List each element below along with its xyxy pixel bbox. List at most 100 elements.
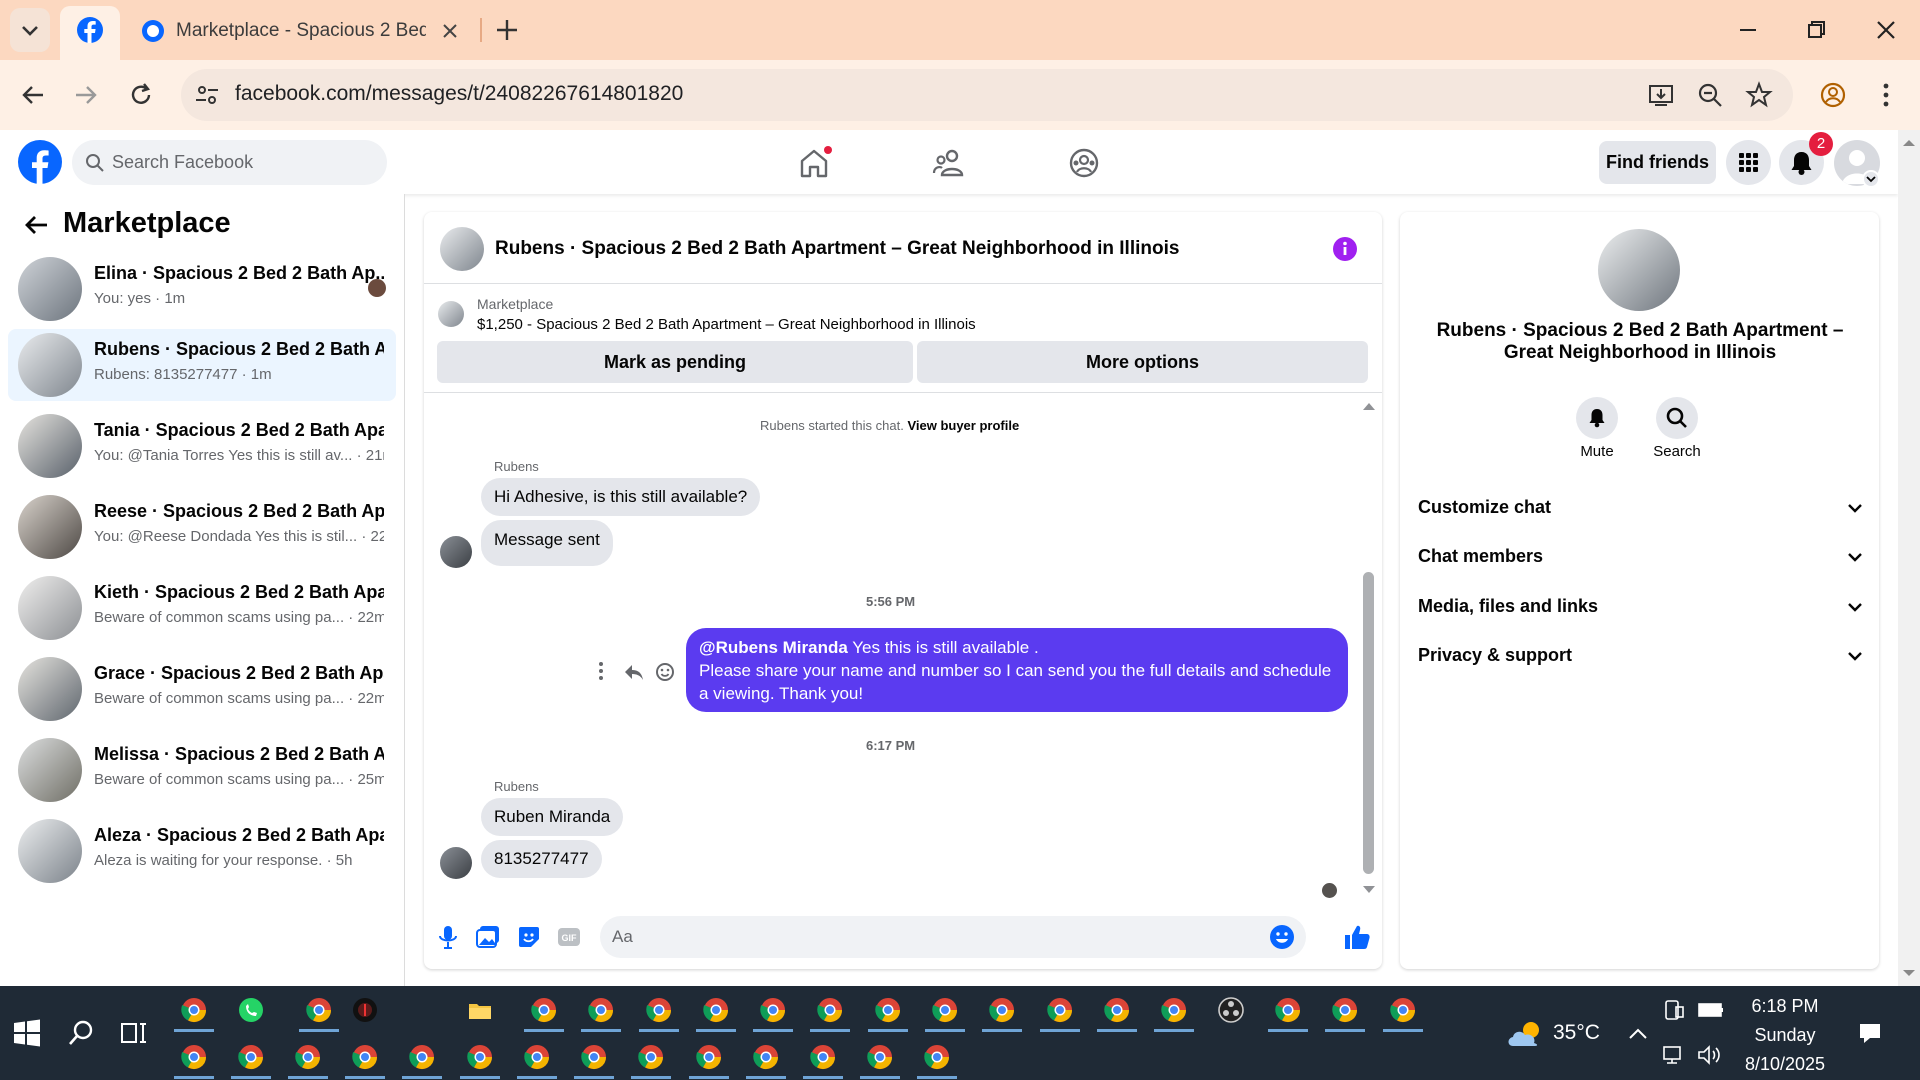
sticker-icon[interactable]	[515, 923, 543, 951]
chrome-taskbar-icon[interactable]	[294, 1043, 322, 1071]
url-text[interactable]: facebook.com/messages/t/2408226761480182…	[235, 82, 683, 106]
incoming-message[interactable]: Hi Adhesive, is this still available?	[481, 478, 761, 516]
chat-scrollbar-thumb[interactable]	[1363, 572, 1374, 874]
install-app-icon[interactable]	[1646, 80, 1676, 110]
chrome-taskbar-icon[interactable]	[809, 1043, 837, 1071]
more-actions-icon[interactable]	[593, 658, 609, 684]
chrome-taskbar-icon[interactable]	[988, 996, 1016, 1024]
whatsapp-icon[interactable]	[237, 996, 265, 1024]
conversation-item[interactable]: Elina · Spacious 2 Bed 2 Bath Ap... You:…	[8, 253, 396, 325]
weather-cloud-icon[interactable]	[1505, 1018, 1549, 1050]
facebook-logo-icon[interactable]	[17, 139, 63, 185]
emoji-icon[interactable]	[1268, 923, 1296, 951]
chat-members-section[interactable]: Chat members	[1418, 537, 1864, 577]
incoming-message[interactable]: Ruben Miranda	[481, 798, 624, 836]
close-window-icon[interactable]	[1871, 15, 1901, 45]
info-icon[interactable]	[1331, 235, 1359, 263]
conversation-item[interactable]: Aleza · Spacious 2 Bed 2 Bath Apar... Al…	[8, 815, 396, 887]
chrome-taskbar-icon[interactable]	[587, 996, 615, 1024]
reply-icon[interactable]	[622, 660, 646, 684]
scroll-up-icon[interactable]	[1898, 136, 1920, 150]
listing-thumbnail[interactable]	[438, 301, 464, 327]
chrome-taskbar-icon[interactable]	[466, 1043, 494, 1071]
chrome-taskbar-icon[interactable]	[866, 1043, 894, 1071]
forward-icon[interactable]	[70, 79, 102, 111]
menu-button[interactable]	[1726, 140, 1771, 185]
listing-title[interactable]: $1,250 - Spacious 2 Bed 2 Bath Apartment…	[477, 316, 976, 333]
back-arrow-icon[interactable]	[22, 210, 52, 240]
microphone-icon[interactable]	[435, 923, 461, 951]
react-emoji-icon[interactable]	[653, 660, 677, 684]
obs-icon[interactable]	[1217, 996, 1245, 1024]
conversation-item[interactable]: Melissa · Spacious 2 Bed 2 Bath Ap... Be…	[8, 734, 396, 806]
photo-icon[interactable]	[474, 923, 502, 951]
privacy-support-section[interactable]: Privacy & support	[1418, 636, 1864, 676]
site-settings-icon[interactable]	[192, 80, 222, 110]
conversation-item[interactable]: Reese · Spacious 2 Bed 2 Bath Apa... You…	[8, 491, 396, 563]
restore-icon[interactable]	[1801, 15, 1831, 45]
chrome-taskbar-icon[interactable]	[695, 1043, 723, 1071]
chrome-taskbar-icon[interactable]	[645, 996, 673, 1024]
find-friends-button[interactable]: Find friends	[1599, 141, 1716, 184]
search-in-chat-button[interactable]	[1656, 397, 1698, 439]
close-tab-icon[interactable]	[440, 21, 460, 41]
taskbar-search-icon[interactable]	[66, 1018, 96, 1048]
conversation-item[interactable]: Grace · Spacious 2 Bed 2 Bath Apa... Bew…	[8, 653, 396, 725]
back-icon[interactable]	[17, 79, 49, 111]
chat-title[interactable]: Rubens · Spacious 2 Bed 2 Bath Apartment…	[495, 238, 1179, 260]
notification-center-icon[interactable]	[1856, 1019, 1884, 1047]
conversation-item[interactable]: Tania · Spacious 2 Bed 2 Bath Apar... Yo…	[8, 410, 396, 482]
taskbar-clock[interactable]: 6:18 PM Sunday 8/10/2025	[1740, 992, 1830, 1079]
chrome-taskbar-icon[interactable]	[1331, 996, 1359, 1024]
home-icon[interactable]	[794, 143, 834, 183]
scroll-up-icon[interactable]	[1361, 400, 1377, 412]
incoming-message[interactable]: Message sent	[481, 520, 613, 566]
mention[interactable]: @Rubens Miranda	[699, 638, 848, 657]
account-dropdown[interactable]	[1862, 170, 1880, 188]
device-icon[interactable]	[1662, 998, 1686, 1022]
message-input[interactable]: Aa	[600, 916, 1306, 958]
chrome-taskbar-icon[interactable]	[759, 996, 787, 1024]
view-buyer-profile-link[interactable]: View buyer profile	[907, 418, 1019, 433]
minimize-icon[interactable]	[1733, 15, 1763, 45]
browser-menu-icon[interactable]	[1876, 80, 1896, 110]
tab-facebook-pinned[interactable]	[60, 6, 120, 60]
tab-marketplace[interactable]: Marketplace - Spacious 2 Bed 2	[128, 6, 478, 56]
reload-icon[interactable]	[125, 79, 157, 111]
sender-avatar[interactable]	[440, 847, 472, 879]
chrome-taskbar-icon[interactable]	[1274, 996, 1302, 1024]
chrome-taskbar-icon[interactable]	[1046, 996, 1074, 1024]
windows-start-icon[interactable]	[12, 1018, 42, 1048]
profile-icon[interactable]	[1818, 80, 1848, 110]
file-explorer-icon[interactable]	[466, 996, 494, 1024]
mark-as-pending-button[interactable]: Mark as pending	[437, 341, 913, 383]
chrome-taskbar-icon[interactable]	[752, 1043, 780, 1071]
conversation-item[interactable]: Kieth · Spacious 2 Bed 2 Bath Apar... Be…	[8, 572, 396, 644]
chrome-taskbar-icon[interactable]	[523, 1043, 551, 1071]
volume-icon[interactable]	[1696, 1043, 1722, 1067]
chrome-taskbar-icon[interactable]	[305, 996, 333, 1024]
chrome-taskbar-icon[interactable]	[1389, 996, 1417, 1024]
page-scrollbar[interactable]	[1898, 130, 1920, 986]
incoming-message[interactable]: 8135277477	[481, 840, 602, 878]
tab-search-button[interactable]	[10, 8, 50, 52]
chrome-taskbar-icon[interactable]	[931, 996, 959, 1024]
conversation-item-active[interactable]: Rubens · Spacious 2 Bed 2 Bath Ap... Rub…	[8, 329, 396, 401]
chrome-taskbar-icon[interactable]	[702, 996, 730, 1024]
facebook-search[interactable]: Search Facebook	[72, 140, 387, 185]
task-view-icon[interactable]	[119, 1018, 149, 1048]
chrome-taskbar-icon[interactable]	[180, 1043, 208, 1071]
chrome-taskbar-icon[interactable]	[874, 996, 902, 1024]
chrome-taskbar-icon[interactable]	[637, 1043, 665, 1071]
new-tab-icon[interactable]	[492, 15, 522, 45]
gif-icon[interactable]: GIF	[555, 923, 583, 951]
zoom-icon[interactable]	[1695, 80, 1725, 110]
groups-icon[interactable]	[1064, 143, 1104, 183]
mute-button[interactable]	[1576, 397, 1618, 439]
bookmark-star-icon[interactable]	[1744, 80, 1774, 110]
chrome-taskbar-icon[interactable]	[530, 996, 558, 1024]
chrome-taskbar-icon[interactable]	[408, 1043, 436, 1071]
chrome-taskbar-icon[interactable]	[1160, 996, 1188, 1024]
chrome-taskbar-icon[interactable]	[180, 996, 208, 1024]
network-icon[interactable]	[1661, 1043, 1685, 1067]
